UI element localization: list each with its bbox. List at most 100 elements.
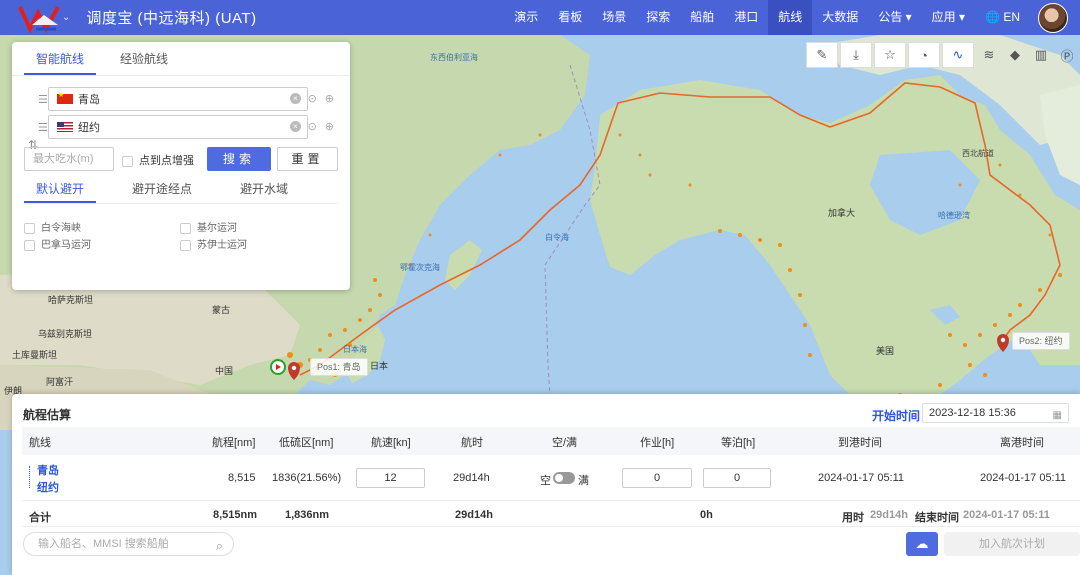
map-label-uzbek: 乌兹别克斯坦 <box>38 329 93 339</box>
route-tabs: 智能航线 经验航线 <box>12 42 350 76</box>
checkbox-icon <box>122 155 133 167</box>
route-icon[interactable]: ∿ <box>942 42 974 68</box>
work-input[interactable]: 0 <box>622 468 692 488</box>
total-label: 合计 <box>29 512 51 524</box>
col-depart: 离港时间 <box>1000 437 1044 449</box>
eca-value: 1836(21.56%) <box>272 472 342 484</box>
nav-dashboard[interactable]: 看板 <box>548 0 592 35</box>
china-flag-icon <box>57 91 73 104</box>
point-enhance-checkbox[interactable]: 点到点增强 <box>122 152 194 168</box>
search-button[interactable]: 搜索 <box>207 147 271 171</box>
nav-routes[interactable]: 航线 <box>768 0 813 35</box>
checkbox-icon <box>24 239 35 251</box>
checkbox-icon <box>180 239 191 251</box>
nav-language[interactable]: 🌐 EN <box>975 0 1030 35</box>
speed-input[interactable]: 12 <box>356 468 425 488</box>
col-work: 作业[h] <box>640 437 675 449</box>
end-time-value: 2024-01-17 05:11 <box>963 509 1050 521</box>
nav-bigdata[interactable]: 大数据 <box>812 0 868 35</box>
pos1-label[interactable]: Pos1: 青岛 <box>310 358 368 376</box>
destination-port-field[interactable]: 纽约 × <box>48 115 308 139</box>
reset-button[interactable]: 重置 <box>277 147 338 171</box>
pie-chart-icon[interactable]: ◔ <box>908 42 940 68</box>
map-label-east-siberian-sea: 东西伯利亚海 <box>430 53 478 62</box>
clear-icon[interactable]: × <box>290 121 301 132</box>
ship-search-placeholder: 输入船名、MMSI 搜索船舶 <box>38 538 169 550</box>
top-bar: ⌄ 调度宝 (中远海科) (UAT) 演示 看板 场景 探索 船舶 港口 航线 … <box>0 0 1080 35</box>
nav-ports[interactable]: 港口 <box>724 0 768 35</box>
avoid-panama-canal[interactable]: 巴拿马运河 <box>24 236 91 251</box>
cloud-icon[interactable]: ☁ <box>906 532 938 556</box>
tab-default-avoid[interactable]: 默认避开 <box>24 176 97 203</box>
col-distance: 航程[nm] <box>212 437 256 449</box>
total-duration: 29d14h <box>455 509 493 521</box>
tab-avoid-waters[interactable]: 避开水域 <box>228 176 300 203</box>
map-label-china: 中国 <box>215 366 234 376</box>
tab-experience-route[interactable]: 经验航线 <box>108 42 180 75</box>
map-icon[interactable]: ▥ <box>1028 42 1054 68</box>
tab-smart-route[interactable]: 智能航线 <box>24 42 97 75</box>
origin-port-field[interactable]: 青岛 × <box>48 87 308 111</box>
total-eca: 1,836nm <box>285 509 330 521</box>
map-label-afghan: 阿富汗 <box>46 377 74 387</box>
parking-icon[interactable]: Ⓟ <box>1054 42 1080 68</box>
edit-icon[interactable]: ✎ <box>806 42 838 68</box>
used-time-label: 用时 <box>842 512 864 524</box>
wait-input[interactable]: 0 <box>703 468 771 488</box>
avatar[interactable] <box>1038 2 1068 33</box>
start-time-input[interactable]: 2023-12-18 15:36 ▦ <box>922 403 1069 423</box>
star-icon[interactable]: ☆ <box>874 42 906 68</box>
ship-search-input[interactable]: 输入船名、MMSI 搜索船舶 ⌕ <box>23 532 234 556</box>
nav-demo[interactable]: 演示 <box>504 0 548 35</box>
destination-row-actions[interactable]: ⊙⊕ <box>308 120 342 133</box>
map-label-hudson: 哈德逊湾 <box>938 211 970 220</box>
divider <box>22 500 1080 501</box>
start-time-value: 2023-12-18 15:36 <box>929 407 1016 419</box>
download-icon[interactable]: ⤓ <box>840 42 872 68</box>
load-toggle[interactable] <box>553 472 575 484</box>
avoid-tabs: 默认避开 避开途经点 避开水域 <box>24 176 338 204</box>
avoid-label: 苏伊士运河 <box>197 240 247 251</box>
empty-label: 空 <box>540 475 551 487</box>
distance-value: 8,515 <box>228 472 256 484</box>
map-label-bering-sea: 白令海 <box>545 233 569 242</box>
search-icon[interactable]: ⌕ <box>216 535 223 557</box>
route-origin-link[interactable]: 青岛 <box>37 462 59 478</box>
main-nav: 演示 看板 场景 探索 船舶 港口 航线 大数据 公告 ▾ 应用 ▾ 🌐 EN <box>504 0 1080 35</box>
start-time-label: 开始时间 <box>872 409 921 423</box>
map-label-canada: 加拿大 <box>828 208 856 218</box>
col-arrive: 到港时间 <box>838 437 882 449</box>
map-label-okhotsk: 鄂霍次克海 <box>400 263 440 272</box>
max-draft-input[interactable]: 最大吃水(m) <box>24 147 114 171</box>
drag-handle-icon[interactable]: ☰ <box>38 93 48 106</box>
checkbox-icon <box>24 222 35 234</box>
origin-row-actions[interactable]: ⊙⊕ <box>308 92 342 105</box>
app-logo[interactable] <box>18 3 60 34</box>
clear-icon[interactable]: × <box>290 93 301 104</box>
nav-scene[interactable]: 场景 <box>592 0 636 35</box>
point-enhance-label: 点到点增强 <box>139 155 194 167</box>
table-header: 航线 航程[nm] 低硫区[nm] 航速[kn] 航时 空/满 作业[h] 等泊… <box>22 427 1080 455</box>
nav-apps[interactable]: 应用 ▾ <box>922 0 975 35</box>
globe-icon: 🌐 <box>985 10 1000 24</box>
usa-flag-icon <box>57 122 73 132</box>
col-eca: 低硫区[nm] <box>279 437 334 449</box>
pos2-label[interactable]: Pos2: 纽约 <box>1012 332 1070 350</box>
avoid-bering-strait[interactable]: 白令海峡 <box>24 219 81 234</box>
add-voyage-plan-button[interactable]: 加入航次计划 <box>944 532 1080 556</box>
calendar-icon[interactable]: ▦ <box>1053 407 1062 425</box>
tab-avoid-waypoints[interactable]: 避开途经点 <box>120 176 204 203</box>
chevron-down-icon[interactable]: ⌄ <box>62 12 70 23</box>
route-panel: 智能航线 经验航线 ⇅ ☰ 青岛 × ⊙⊕ ☰ 纽约 × ⊙⊕ 最大吃水(m) … <box>12 42 350 290</box>
drag-handle-icon[interactable]: ☰ <box>38 121 48 134</box>
nav-ships[interactable]: 船舶 <box>680 0 724 35</box>
layers-icon[interactable]: ◆ <box>1002 42 1028 68</box>
voyage-estimate-panel: 航程估算 开始时间 2023-12-18 15:36 ▦ 航线 航程[nm] 低… <box>12 394 1080 575</box>
wind-icon[interactable]: ≋ <box>976 42 1002 68</box>
nav-explore[interactable]: 探索 <box>636 0 680 35</box>
avoid-kiel-canal[interactable]: 基尔运河 <box>180 219 237 234</box>
route-destination-link[interactable]: 纽约 <box>37 479 59 495</box>
map-label-japan-sea: 日本海 <box>343 345 367 354</box>
avoid-suez-canal[interactable]: 苏伊士运河 <box>180 236 247 251</box>
nav-notice[interactable]: 公告 ▾ <box>868 0 921 35</box>
